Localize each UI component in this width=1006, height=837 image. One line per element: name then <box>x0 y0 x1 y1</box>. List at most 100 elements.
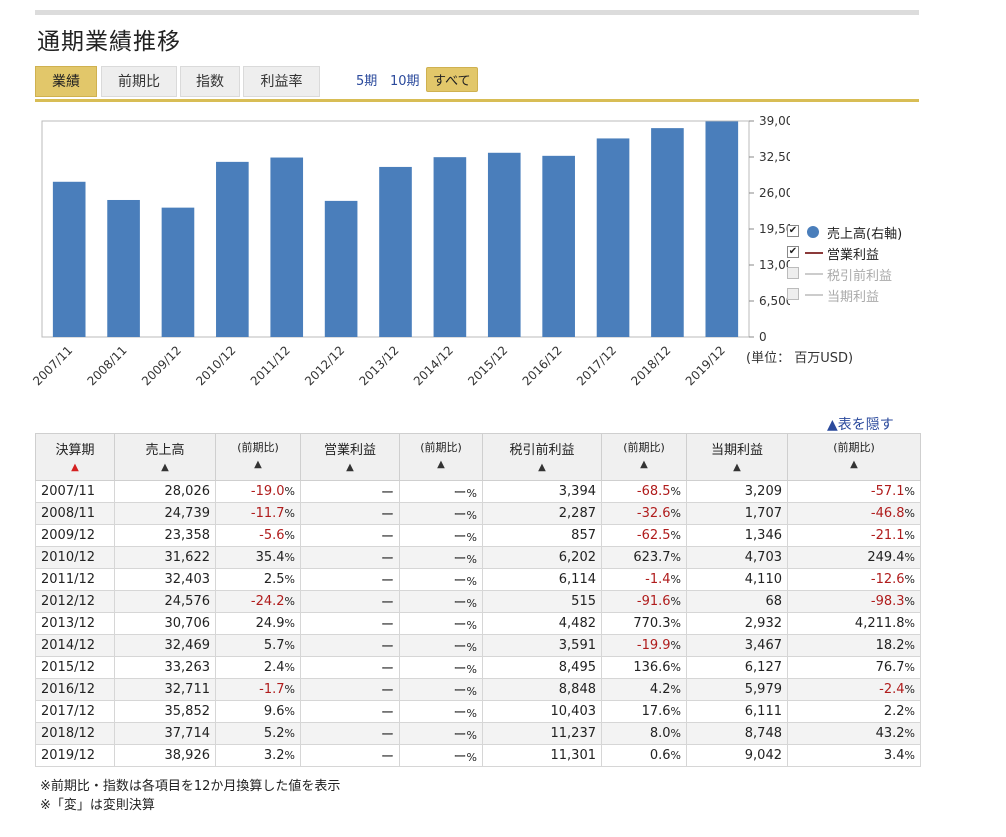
bar-2016/12[interactable] <box>542 155 575 337</box>
cell-value: 2018/12 <box>41 726 96 741</box>
sort-asc-icon: ▲ <box>71 462 79 473</box>
table-cell: ー <box>300 568 400 591</box>
cell-value: 4.2 <box>649 682 671 697</box>
table-cell: -12.6% <box>787 568 921 591</box>
table-cell: ー <box>300 678 400 701</box>
bar-2013/12[interactable] <box>379 166 412 337</box>
tab-yoy[interactable]: 前期比 <box>101 66 177 97</box>
table-cell: ー <box>300 744 400 767</box>
cell-value: 28,026 <box>164 484 211 499</box>
table-cell: ー <box>300 524 400 547</box>
table-cell: ー% <box>399 634 483 657</box>
cell-value: 30,706 <box>164 616 211 631</box>
table-cell: 10,403 <box>482 700 602 723</box>
cell-value: 6,114 <box>558 572 596 587</box>
percent-suffix: % <box>904 551 915 564</box>
footnote-1: ※前期比・指数は各項目を12か月換算した値を表示 <box>40 779 341 794</box>
results-table: 決算期 ▲ 売上高 ▲ (前期比) ▲ 営業利益 ▲ (前期比) ▲ 税引前利益 ▲ (前期… <box>35 433 921 767</box>
unit-label: (単位： 百万USD) <box>746 351 854 366</box>
col-pretax[interactable]: 税引前利益 ▲ <box>482 433 602 481</box>
period-all[interactable]: すべて <box>426 67 478 92</box>
col-net[interactable]: 当期利益 ▲ <box>686 433 788 481</box>
cell-value: 770.3 <box>633 616 671 631</box>
bar-2008/11[interactable] <box>107 199 140 337</box>
percent-suffix: % <box>466 509 477 522</box>
col-period[interactable]: 決算期 ▲ <box>35 433 115 481</box>
top-divider <box>35 10 919 15</box>
bar-2017/12[interactable] <box>596 138 630 337</box>
percent-suffix: % <box>284 595 295 608</box>
col-revenue-yoy[interactable]: (前期比) ▲ <box>215 433 301 481</box>
bar-2014/12[interactable] <box>433 157 467 337</box>
tab-index[interactable]: 指数 <box>180 66 240 97</box>
cell-value: 2013/12 <box>41 616 96 631</box>
table-cell: ー% <box>399 568 483 591</box>
hide-table-link[interactable]: ▲表を隠す <box>827 414 894 434</box>
table-cell: 35.4% <box>215 546 301 569</box>
table-row: 2017/12 35,852 9.6% ーー% 10,403 17.6% 6,111 2.2% <box>35 700 921 723</box>
bar-2007/11[interactable] <box>52 181 86 337</box>
bar-2018/12[interactable] <box>651 128 684 337</box>
table-cell: 38,926 <box>114 744 216 767</box>
percent-suffix: % <box>284 639 295 652</box>
cell-value: 8,748 <box>744 726 782 741</box>
cell-value: 4,482 <box>558 616 596 631</box>
table-row: 2013/12 30,706 24.9% ーー% 4,482 770.3% 2,932 4,2… <box>35 612 921 635</box>
table-cell: 9,042 <box>686 744 788 767</box>
cell-value: 2.2 <box>883 704 905 719</box>
legend-operating-label: 営業利益 <box>827 248 880 263</box>
cell-value: 6,202 <box>558 550 596 565</box>
tab-margin[interactable]: 利益率 <box>243 66 320 97</box>
cell-value: ー <box>453 596 467 611</box>
sort-icon: ▲ <box>437 459 445 470</box>
cell-value: 24,739 <box>164 506 211 521</box>
cell-value: ー <box>453 618 467 633</box>
cell-value: 2019/12 <box>41 748 96 763</box>
table-cell: 2.2% <box>787 700 921 723</box>
cell-value: 1,707 <box>744 506 782 521</box>
bar-2019/12[interactable] <box>705 121 739 337</box>
table-cell: -46.8% <box>787 502 921 525</box>
table-cell: ー <box>300 656 400 679</box>
percent-suffix: % <box>466 641 477 654</box>
cell-value: 6,127 <box>744 660 782 675</box>
bar-2011/12[interactable] <box>270 157 304 337</box>
x-tick-label: 2009/12 <box>139 343 184 388</box>
col-operating[interactable]: 営業利益 ▲ <box>300 433 400 481</box>
table-cell: 4,482 <box>482 612 602 635</box>
table-cell: 8.0% <box>601 722 687 745</box>
period-5[interactable]: 5期 <box>356 70 377 89</box>
period-10[interactable]: 10期 <box>390 70 420 89</box>
table-cell: 6,202 <box>482 546 602 569</box>
cell-value: ー <box>380 706 394 721</box>
col-operating-yoy[interactable]: (前期比) ▲ <box>399 433 483 481</box>
tab-performance[interactable]: 業績 <box>35 66 97 97</box>
table-cell: 32,403 <box>114 568 216 591</box>
bar-2015/12[interactable] <box>487 152 521 337</box>
col-operating-yoy-label: (前期比) <box>420 441 462 454</box>
bar-2010/12[interactable] <box>216 161 249 337</box>
legend-operating-checkbox[interactable] <box>787 246 799 258</box>
bar-2012/12[interactable] <box>324 200 358 337</box>
col-operating-label: 営業利益 <box>323 443 376 458</box>
col-net-yoy[interactable]: (前期比) ▲ <box>787 433 921 481</box>
sort-icon: ▲ <box>733 462 741 473</box>
legend-pretax-checkbox[interactable] <box>787 267 799 279</box>
cell-value: ー <box>453 728 467 743</box>
percent-suffix: % <box>904 529 915 542</box>
cell-value: -21.1 <box>870 528 905 543</box>
x-tick-label: 2014/12 <box>411 343 456 388</box>
table-cell: 37,714 <box>114 722 216 745</box>
col-revenue[interactable]: 売上高 ▲ <box>114 433 216 481</box>
legend-net-checkbox[interactable] <box>787 288 799 300</box>
x-tick-label: 2017/12 <box>574 343 619 388</box>
legend-revenue-checkbox[interactable] <box>787 225 799 237</box>
table-cell: 43.2% <box>787 722 921 745</box>
sort-icon: ▲ <box>640 459 648 470</box>
table-cell: ー% <box>399 480 483 503</box>
cell-value: 0.6 <box>649 748 671 763</box>
table-cell: ー% <box>399 656 483 679</box>
col-pretax-yoy[interactable]: (前期比) ▲ <box>601 433 687 481</box>
bar-2009/12[interactable] <box>161 207 195 337</box>
footnotes: ※前期比・指数は各項目を12か月換算した値を表示 ※「変」は変則決算 <box>40 777 340 815</box>
